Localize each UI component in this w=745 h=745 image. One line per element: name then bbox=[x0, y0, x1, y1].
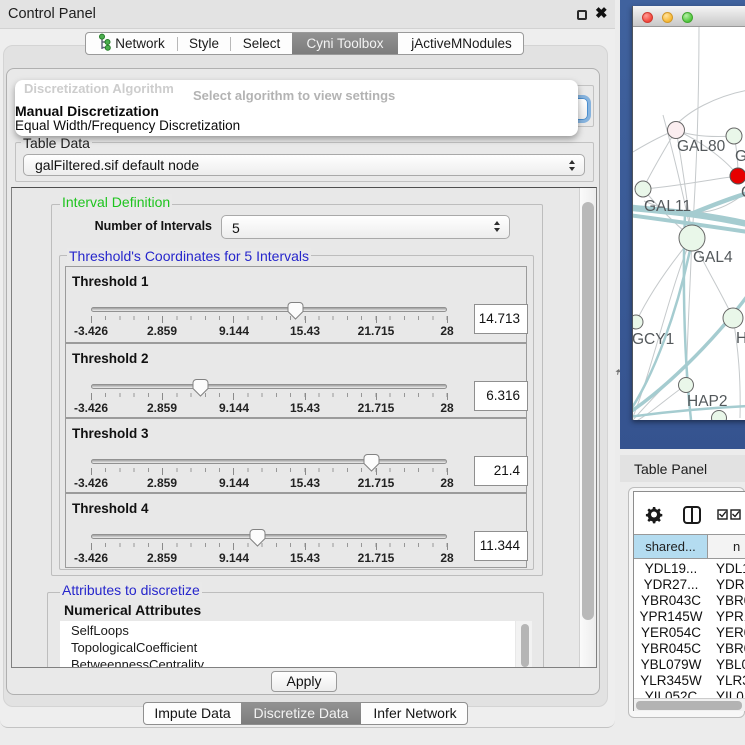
svg-text:GAL80: GAL80 bbox=[677, 138, 726, 155]
svg-text:GAL4: GAL4 bbox=[693, 249, 733, 266]
svg-text:GA: GA bbox=[735, 148, 745, 165]
svg-text:GCY1: GCY1 bbox=[633, 331, 674, 348]
svg-text:HAP2: HAP2 bbox=[687, 393, 728, 410]
svg-text:H: H bbox=[736, 330, 745, 347]
svg-text:C: C bbox=[741, 184, 745, 201]
svg-text:GAL11: GAL11 bbox=[644, 198, 691, 215]
